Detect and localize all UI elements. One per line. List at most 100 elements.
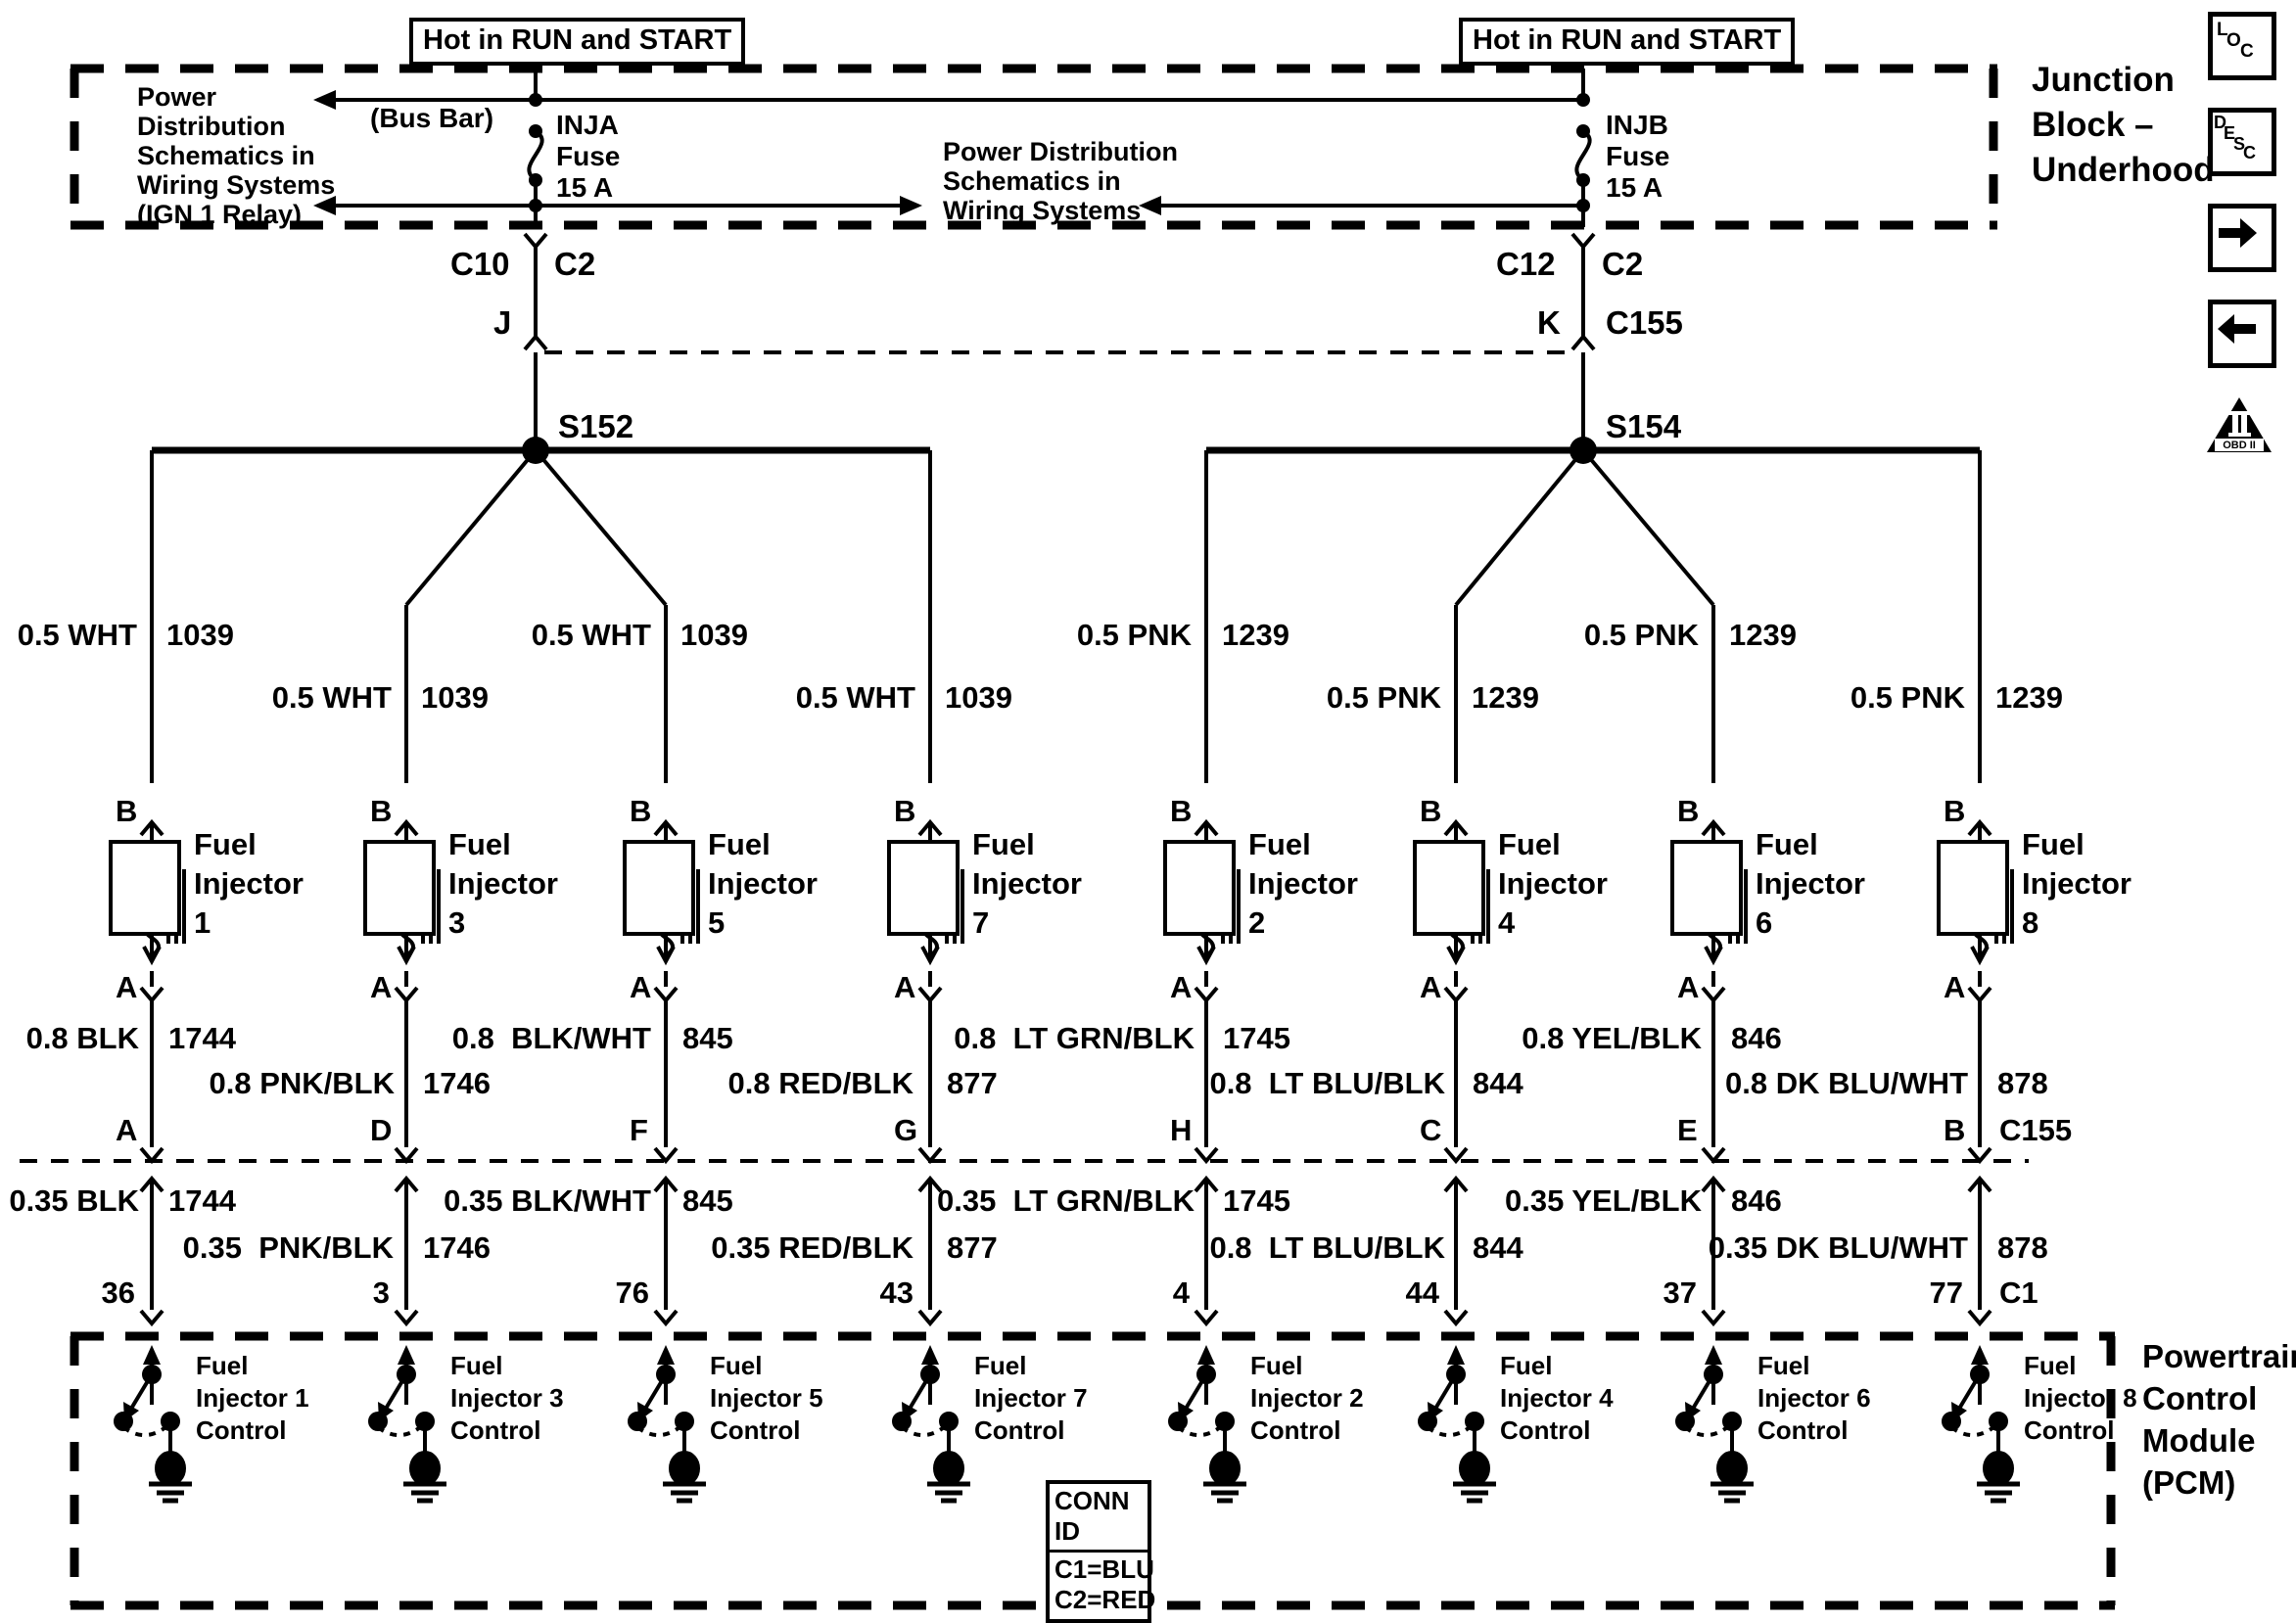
- pin-a-inj1: A: [116, 970, 138, 1004]
- feed-label-inj6-circuit: 1239: [1729, 618, 1797, 652]
- connector-cavity-c10: C10: [450, 246, 510, 282]
- fuel-injector-8-name-line1: Fuel: [2022, 827, 2085, 861]
- pcm-driver-inj1-line3: Control: [196, 1415, 287, 1445]
- desc-button[interactable]: D E S C: [2208, 108, 2276, 176]
- power-distribution-note-center-1: Power Distribution: [943, 137, 1179, 166]
- fuse-injb-name: INJB: [1606, 110, 1668, 140]
- feed-label-inj1-color: 0.5 WHT: [17, 618, 137, 652]
- next-arrow-right-icon[interactable]: [2208, 204, 2276, 272]
- power-distribution-note-left-3: Schematics in: [137, 141, 315, 170]
- feed-label-inj3-circuit: 1039: [421, 680, 489, 715]
- ctrl-lower-inj1-color: 0.35 BLK: [9, 1183, 139, 1218]
- c155-cavity-inj1: A: [116, 1113, 138, 1147]
- pcm-pin-inj4: 44: [1405, 1275, 1439, 1310]
- pin-a-inj4: A: [1420, 970, 1442, 1004]
- ctrl-lower-inj6-color: 0.35 YEL/BLK: [1504, 1183, 1702, 1218]
- fuel-injector-7-name-line2: Injector: [972, 866, 1082, 901]
- ctrl-upper-inj3-color: 0.8 PNK/BLK: [209, 1066, 395, 1100]
- power-distribution-note-left-1: Power: [137, 82, 217, 112]
- pin-a-inj5: A: [630, 970, 652, 1004]
- ctrl-lower-inj7-circuit: 877: [947, 1230, 998, 1265]
- fuel-injector-3-name-line1: Fuel: [448, 827, 511, 861]
- fuel-injector-4-number: 4: [1498, 905, 1516, 940]
- ctrl-lower-inj7-color: 0.35 RED/BLK: [711, 1230, 914, 1265]
- junction-block-title-line1: Junction: [2032, 61, 2175, 99]
- feed-label-inj2-color: 0.5 PNK: [1076, 618, 1192, 652]
- connector-cavity-c12: C12: [1496, 246, 1556, 282]
- ctrl-upper-inj7-color: 0.8 RED/BLK: [727, 1066, 914, 1100]
- loc-button[interactable]: L O C: [2208, 12, 2276, 80]
- c155-cavity-inj8: B: [1944, 1113, 1966, 1147]
- pcm-driver-inj3-line1: Fuel: [450, 1351, 503, 1380]
- svg-text:O: O: [2226, 30, 2241, 51]
- fuel-injector-3-symbol[interactable]: [363, 840, 436, 936]
- ctrl-upper-inj4-color: 0.8 LT BLU/BLK: [1209, 1066, 1445, 1100]
- pin-a-inj7: A: [894, 970, 916, 1004]
- conn-id-header: CONN ID: [1050, 1484, 1148, 1553]
- pcm-driver-inj5-line3: Control: [710, 1415, 801, 1445]
- ctrl-lower-inj6-circuit: 846: [1731, 1183, 1782, 1218]
- connector-name-c2-right: C2: [1602, 246, 1644, 282]
- fuel-injector-5-symbol[interactable]: [623, 840, 695, 936]
- fuel-injector-4-name-line2: Injector: [1498, 866, 1608, 901]
- c155-cavity-inj5: F: [630, 1113, 648, 1147]
- hot-in-run-and-start-left: Hot in RUN and START: [409, 18, 746, 66]
- c155-cavity-inj6: E: [1677, 1113, 1698, 1147]
- ctrl-lower-inj2-circuit: 1745: [1223, 1183, 1290, 1218]
- obd2-badge-icon[interactable]: OBD II: [2205, 395, 2273, 456]
- power-distribution-note-center-3: Wiring Systems: [943, 196, 1142, 225]
- pcm-title-line4: (PCM): [2142, 1464, 2236, 1501]
- feed-label-inj1-circuit: 1039: [166, 618, 234, 652]
- ctrl-lower-inj4-circuit: 844: [1473, 1230, 1523, 1265]
- prev-arrow-left-icon[interactable]: [2208, 300, 2276, 368]
- ctrl-upper-inj6-color: 0.8 YEL/BLK: [1522, 1021, 1702, 1055]
- pcm-pin-inj5: 76: [615, 1275, 649, 1310]
- fuel-injector-5-name-line1: Fuel: [708, 827, 771, 861]
- pcm-title-line1: Powertrain: [2142, 1338, 2296, 1374]
- ctrl-lower-inj5-circuit: 845: [682, 1183, 733, 1218]
- pin-b-inj3: B: [370, 794, 393, 828]
- pin-a-inj3: A: [370, 970, 393, 1004]
- feed-label-inj4-circuit: 1239: [1472, 680, 1539, 715]
- pin-b-inj1: B: [116, 794, 138, 828]
- c155-cavity-inj2: H: [1170, 1113, 1193, 1147]
- pcm-pin-inj1: 36: [101, 1275, 135, 1310]
- pin-b-inj6: B: [1677, 794, 1700, 828]
- power-distribution-note-left-2: Distribution: [137, 112, 286, 141]
- schematic-canvas: Hot in RUN and START Hot in RUN and STAR…: [0, 0, 2296, 1623]
- pcm-title-line3: Module: [2142, 1422, 2256, 1459]
- fuel-injector-7-number: 7: [972, 905, 990, 940]
- fuel-injector-7-symbol[interactable]: [887, 840, 960, 936]
- feed-label-inj5-circuit: 1039: [680, 618, 748, 652]
- svg-text:C: C: [2240, 41, 2254, 62]
- ctrl-upper-inj5-circuit: 845: [682, 1021, 733, 1055]
- fuel-injector-6-name-line2: Injector: [1756, 866, 1865, 901]
- fuel-injector-1-name-line1: Fuel: [194, 827, 257, 861]
- fuel-injector-6-number: 6: [1756, 905, 1773, 940]
- pcm-driver-inj6-line2: Injector 6: [1757, 1383, 1871, 1413]
- fuel-injector-5-name-line2: Injector: [708, 866, 818, 901]
- c155-cavity-j: J: [493, 304, 512, 341]
- pcm-driver-inj1-line1: Fuel: [196, 1351, 249, 1380]
- ctrl-lower-inj8-circuit: 878: [1997, 1230, 2048, 1265]
- fuel-injector-4-symbol[interactable]: [1413, 840, 1485, 936]
- fuel-injector-2-symbol[interactable]: [1163, 840, 1236, 936]
- fuse-inja-name: INJA: [556, 110, 619, 140]
- ctrl-upper-inj6-circuit: 846: [1731, 1021, 1782, 1055]
- c155-connector-name: C155: [1606, 304, 1683, 341]
- c155-cavity-inj4: C: [1420, 1113, 1442, 1147]
- pin-b-inj2: B: [1170, 794, 1193, 828]
- fuel-injector-1-symbol[interactable]: [109, 840, 181, 936]
- feed-label-inj7-color: 0.5 WHT: [795, 680, 915, 715]
- fuel-injector-8-symbol[interactable]: [1937, 840, 2009, 936]
- pin-a-inj2: A: [1170, 970, 1193, 1004]
- ctrl-lower-inj3-color: 0.35 PNK/BLK: [182, 1230, 394, 1265]
- fuse-injb-rating: 15 A: [1606, 172, 1663, 203]
- ctrl-lower-inj1-circuit: 1744: [168, 1183, 236, 1218]
- pcm-driver-inj8-line2: Injector 8: [2024, 1383, 2137, 1413]
- fuel-injector-6-symbol[interactable]: [1670, 840, 1743, 936]
- fuel-injector-2-number: 2: [1248, 905, 1266, 940]
- feed-label-inj6-color: 0.5 PNK: [1583, 618, 1699, 652]
- c155-connector-name-bottom: C155: [1999, 1113, 2073, 1147]
- feed-label-inj8-circuit: 1239: [1995, 680, 2063, 715]
